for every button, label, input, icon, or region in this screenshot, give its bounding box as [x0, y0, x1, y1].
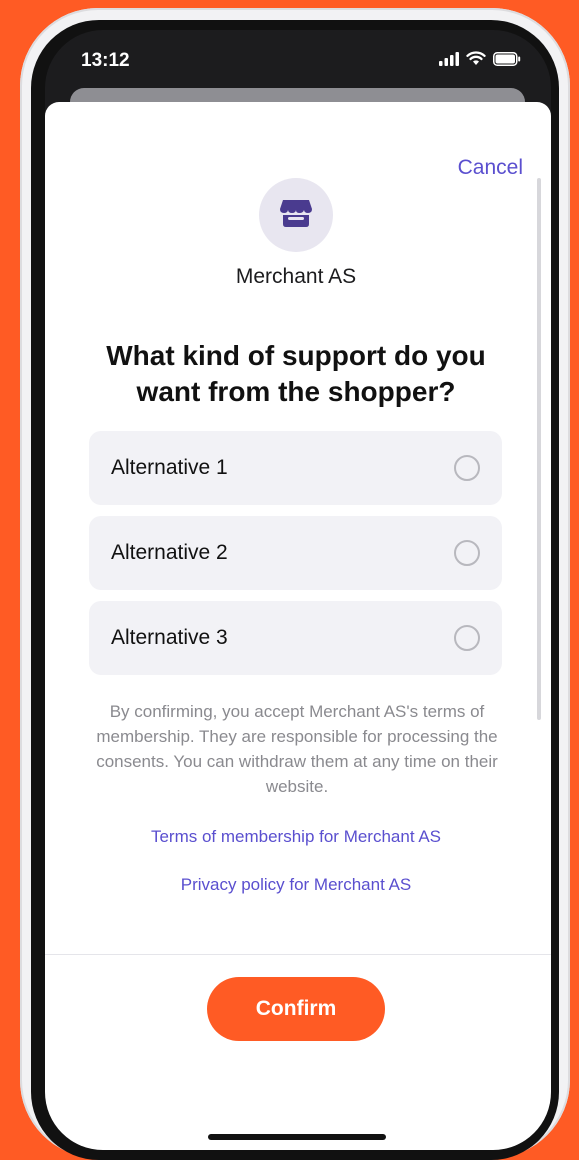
store-icon: [279, 198, 313, 233]
radio-button[interactable]: [454, 455, 480, 481]
footer-divider: [45, 954, 551, 955]
phone-screen: 13:12 Cancel Merchant AS What kind of su…: [45, 30, 551, 1150]
options-list: Alternative 1 Alternative 2 Alternative …: [89, 431, 502, 686]
consent-sheet: Cancel Merchant AS What kind of support …: [45, 102, 551, 1150]
option-label: Alternative 1: [111, 456, 228, 479]
scrollbar[interactable]: [537, 178, 541, 720]
wifi-icon: [466, 51, 486, 71]
radio-button[interactable]: [454, 540, 480, 566]
privacy-link[interactable]: Privacy policy for Merchant AS: [45, 875, 547, 895]
status-time: 13:12: [81, 50, 130, 71]
option-alternative-2[interactable]: Alternative 2: [89, 516, 502, 590]
merchant-name: Merchant AS: [235, 265, 357, 288]
cancel-button[interactable]: Cancel: [458, 156, 523, 180]
option-label: Alternative 2: [111, 541, 228, 564]
merchant-logo: [259, 178, 333, 252]
option-alternative-3[interactable]: Alternative 3: [89, 601, 502, 675]
status-icons: [439, 51, 521, 71]
home-indicator[interactable]: [208, 1134, 386, 1140]
option-alternative-1[interactable]: Alternative 1: [89, 431, 502, 505]
consent-disclaimer: By confirming, you accept Merchant AS's …: [96, 702, 498, 796]
radio-button[interactable]: [454, 625, 480, 651]
option-label: Alternative 3: [111, 626, 228, 649]
battery-icon: [493, 51, 521, 71]
confirm-button[interactable]: Confirm: [207, 977, 385, 1041]
signal-icon: [439, 51, 459, 71]
question-title: What kind of support do you want from th…: [106, 340, 486, 407]
terms-link[interactable]: Terms of membership for Merchant AS: [45, 827, 547, 847]
